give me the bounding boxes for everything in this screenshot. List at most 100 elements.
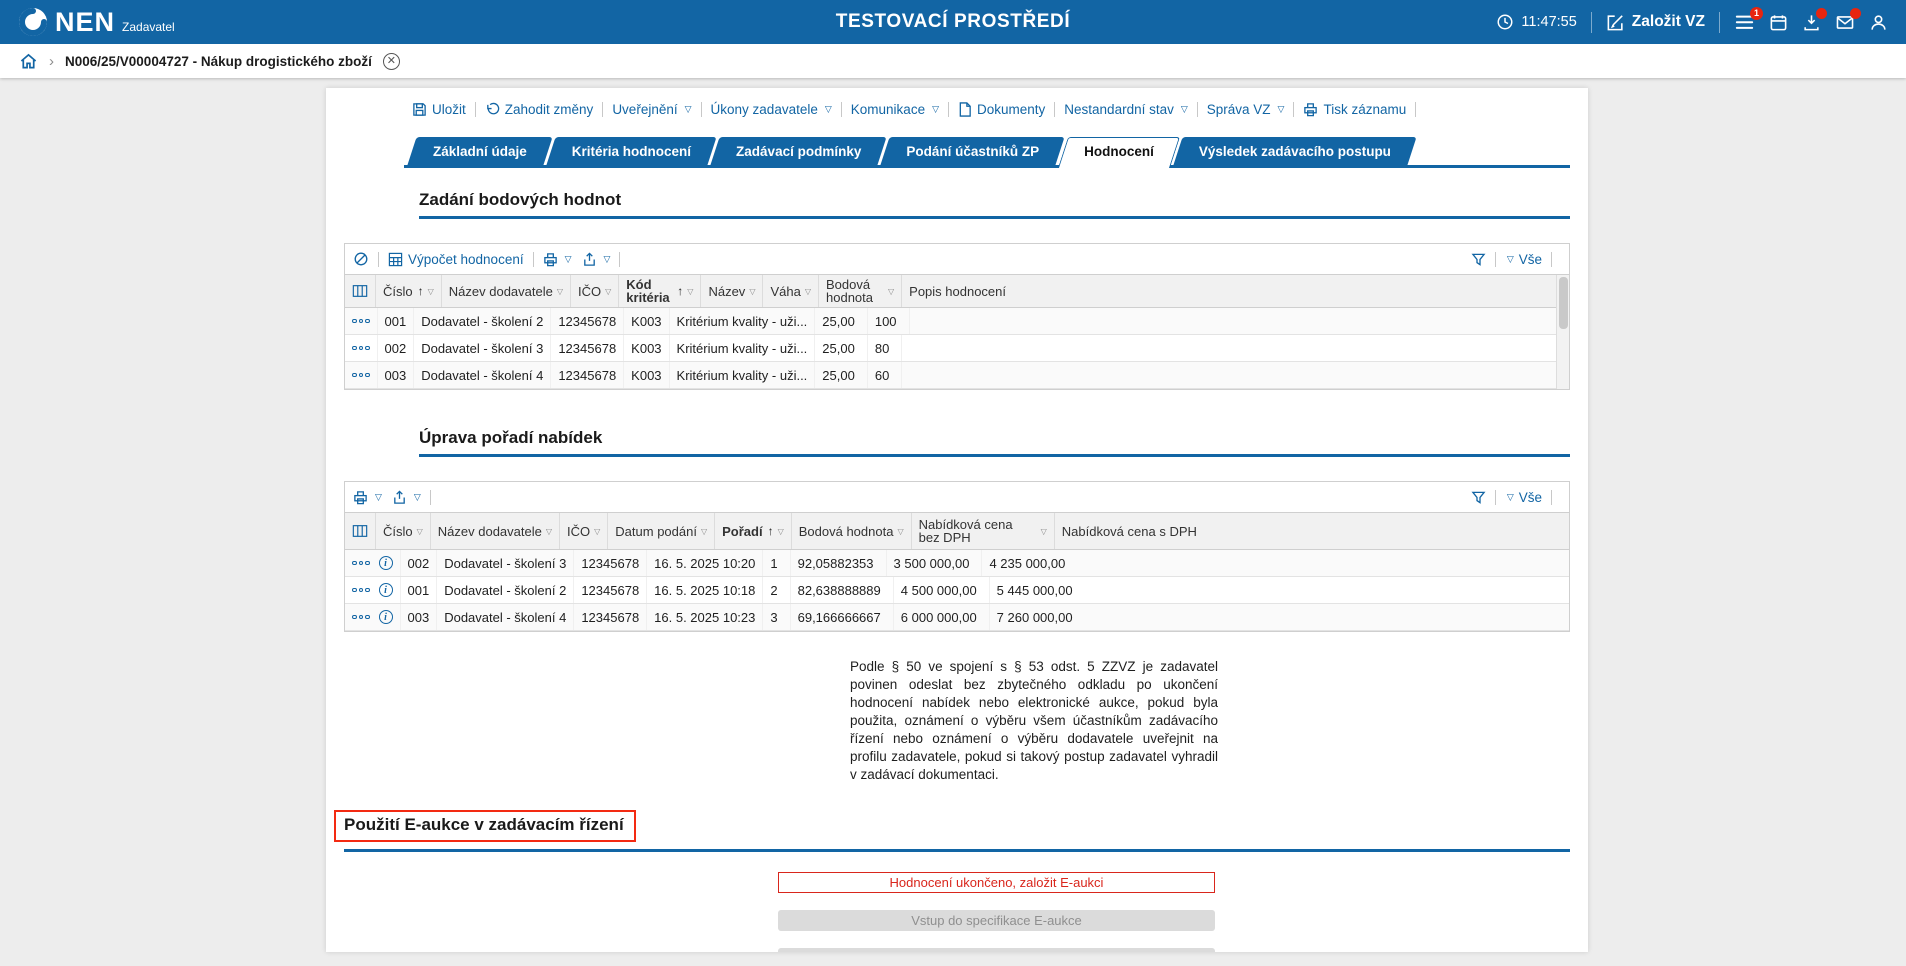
- table-row[interactable]: i 002 Dodavatel - školení 3 12345678 16.…: [345, 550, 1569, 577]
- tab-kriteria-hodnoceni[interactable]: Kritéria hodnocení: [551, 137, 712, 165]
- row-menu-icon[interactable]: [352, 561, 370, 566]
- col-cislo-header[interactable]: Číslo ↑ ▽: [376, 275, 442, 307]
- col-cislo-header[interactable]: Číslo ▽: [376, 513, 431, 549]
- row-menu-icon[interactable]: [352, 346, 370, 351]
- chevron-down-icon: ▽: [825, 105, 832, 114]
- profile-button[interactable]: [1869, 13, 1888, 32]
- tab-podani-ucastniku[interactable]: Podání účastníků ZP: [885, 137, 1060, 165]
- col-nazev-header[interactable]: Název ▽: [701, 275, 763, 307]
- messages-button[interactable]: [1835, 13, 1855, 32]
- col-poradi-header[interactable]: Pořadí ↑ ▽: [715, 513, 792, 549]
- show-all-button[interactable]: ▽ Vše: [1505, 252, 1542, 267]
- col-cena-s-dph-header[interactable]: Nabídková cena s DPH: [1055, 513, 1204, 549]
- col-bodova-hodnota-header[interactable]: Bodová hodnota ▽: [819, 275, 902, 307]
- row-menu-icon[interactable]: [352, 588, 370, 593]
- chevron-down-icon: ▽: [414, 493, 421, 502]
- edit-icon: [1606, 13, 1625, 32]
- tab-hodnoceni[interactable]: Hodnocení: [1063, 137, 1175, 165]
- col-bodova-hodnota-header[interactable]: Bodová hodnota ▽: [792, 513, 912, 549]
- col-kod-kriteria-header[interactable]: Kód kritéria ↑ ▽: [619, 275, 701, 307]
- section-title-eauction: Použití E-aukce v zadávacím řízení: [344, 815, 624, 835]
- row-menu-icon[interactable]: [352, 615, 370, 620]
- tab-zadavaci-podminky[interactable]: Zadávací podmínky: [715, 137, 882, 165]
- nonstandard-state-menu[interactable]: Nestandardní stav ▽: [1064, 102, 1187, 117]
- create-eauction-button[interactable]: Hodnocení ukončeno, založit E-aukci: [778, 872, 1215, 893]
- tab-strip: Základní údaje Kritéria hodnocení Zadáva…: [404, 137, 1570, 168]
- column-settings-header[interactable]: [345, 275, 376, 307]
- chevron-down-icon: ▽: [375, 493, 382, 502]
- filter-button[interactable]: [1471, 252, 1486, 267]
- col-ico-header[interactable]: IČO ▽: [560, 513, 608, 549]
- export-menu-button[interactable]: ▽: [582, 252, 611, 267]
- filter-caret-icon: ▽: [413, 525, 423, 538]
- col-dodavatel-header[interactable]: Název dodavatele ▽: [442, 275, 571, 307]
- downloads-button[interactable]: [1802, 13, 1821, 32]
- ordering-table-panel: ▽ ▽ ▽ Vše: [344, 481, 1570, 632]
- col-vaha-header[interactable]: Váha ▽: [763, 275, 819, 307]
- enter-auction-hall-button: Vstoupit do aukční síně: [778, 948, 1215, 952]
- divider: [1551, 252, 1552, 267]
- person-icon: [1869, 13, 1888, 32]
- top-header-bar: NEN Zadavatel TESTOVACÍ PROSTŘEDÍ 11:47:…: [0, 0, 1906, 44]
- main-menu-button[interactable]: 1: [1734, 13, 1755, 32]
- save-button[interactable]: Uložit: [412, 102, 466, 117]
- divider: [1591, 12, 1592, 33]
- filter-caret-icon: ▽: [893, 525, 903, 538]
- current-time: 11:47:55: [1521, 14, 1576, 30]
- breadcrumb-separator: ›: [49, 53, 54, 70]
- column-settings-header[interactable]: [345, 513, 376, 549]
- info-icon[interactable]: i: [379, 610, 393, 624]
- col-datum-podani-header[interactable]: Datum podání ▽: [608, 513, 715, 549]
- print-record-button[interactable]: Tisk záznamu: [1303, 102, 1406, 117]
- export-menu-button[interactable]: ▽: [392, 490, 421, 505]
- calendar-button[interactable]: [1769, 13, 1788, 32]
- divider: [1495, 490, 1496, 505]
- col-dodavatel-header[interactable]: Název dodavatele ▽: [431, 513, 560, 549]
- col-cena-bez-dph-header[interactable]: Nabídková cena bez DPH ▽: [912, 513, 1055, 549]
- print-menu-button[interactable]: ▽: [543, 252, 572, 267]
- filter-caret-icon: ▽: [884, 285, 894, 298]
- chevron-down-icon: ▽: [1278, 105, 1285, 114]
- divider: [378, 252, 379, 267]
- brand-name: NEN: [55, 7, 115, 37]
- filter-caret-icon: ▽: [542, 525, 552, 538]
- communication-menu[interactable]: Komunikace ▽: [851, 102, 939, 117]
- table-row[interactable]: 003 Dodavatel - školení 4 12345678 K003 …: [345, 362, 1569, 389]
- eauction-specification-button: Vstup do specifikace E-aukce: [778, 910, 1215, 931]
- reset-filter-button[interactable]: [353, 251, 369, 267]
- table-row[interactable]: i 001 Dodavatel - školení 2 12345678 16.…: [345, 577, 1569, 604]
- document-icon: [958, 102, 972, 117]
- section-rule: [344, 849, 1570, 852]
- nen-logo[interactable]: NEN Zadavatel: [18, 7, 175, 37]
- tab-zakladni-udaje[interactable]: Základní údaje: [412, 137, 548, 165]
- create-vz-button[interactable]: Založit VZ: [1606, 13, 1705, 32]
- chevron-down-icon: ▽: [932, 105, 939, 114]
- table-scrollbar[interactable]: [1556, 275, 1569, 389]
- row-menu-icon[interactable]: [352, 373, 370, 378]
- row-menu-icon[interactable]: [352, 319, 370, 324]
- discard-changes-button[interactable]: Zahodit změny: [485, 102, 594, 117]
- compute-score-button[interactable]: Výpočet hodnocení: [388, 252, 524, 267]
- info-icon[interactable]: i: [379, 556, 393, 570]
- print-menu-button[interactable]: ▽: [353, 490, 382, 505]
- documents-button[interactable]: Dokumenty: [958, 102, 1045, 117]
- filter-caret-icon: ▽: [424, 285, 434, 298]
- vz-admin-menu[interactable]: Správa VZ ▽: [1207, 102, 1285, 117]
- contracting-actions-menu[interactable]: Úkony zadavatele ▽: [711, 102, 832, 117]
- table-row[interactable]: i 003 Dodavatel - školení 4 12345678 16.…: [345, 604, 1569, 631]
- close-record-icon[interactable]: ✕: [383, 53, 400, 70]
- table-row[interactable]: 002 Dodavatel - školení 3 12345678 K003 …: [345, 335, 1569, 362]
- home-icon[interactable]: [19, 52, 38, 70]
- info-icon[interactable]: i: [379, 583, 393, 597]
- column-settings-icon: [352, 284, 368, 298]
- publish-menu[interactable]: Uveřejnění ▽: [612, 102, 691, 117]
- divider: [1054, 102, 1055, 117]
- filter-button[interactable]: [1471, 490, 1486, 505]
- show-all-button[interactable]: ▽ Vše: [1505, 490, 1542, 505]
- col-ico-header[interactable]: IČO ▽: [571, 275, 619, 307]
- save-icon: [412, 102, 427, 117]
- table-row[interactable]: 001 Dodavatel - školení 2 12345678 K003 …: [345, 308, 1569, 335]
- tab-vysledek[interactable]: Výsledek zadávacího postupu: [1178, 137, 1412, 165]
- col-popis-header[interactable]: Popis hodnocení: [902, 275, 1013, 307]
- ordering-table-header: Číslo ▽ Název dodavatele ▽ IČO ▽ Datum p…: [345, 512, 1569, 550]
